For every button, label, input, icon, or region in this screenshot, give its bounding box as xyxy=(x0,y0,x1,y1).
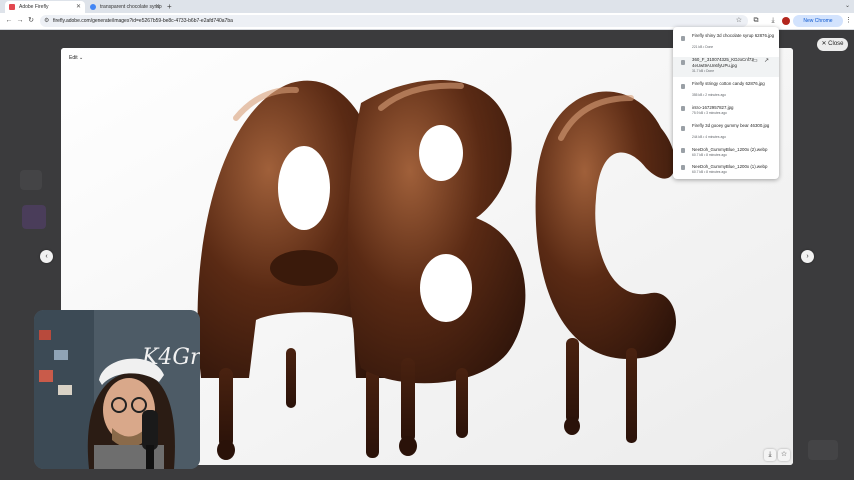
download-icon[interactable]: ⤓ xyxy=(768,15,778,27)
download-meta: 75.9 kB • 3 minutes ago xyxy=(692,111,727,115)
reload-icon[interactable]: ↻ xyxy=(26,15,36,27)
downloads-panel: Firefly shiny 3d chocolate syrup 62876.j… xyxy=(673,27,779,179)
webcam-feed: K4Gr xyxy=(34,310,200,469)
download-filename: Firefly stringy cotton candy 62876.jpg xyxy=(692,81,765,86)
chevron-down-icon: ⌄ xyxy=(79,55,84,61)
file-icon xyxy=(681,60,685,65)
tab-adobe-firefly[interactable]: Adobe Firefly ✕ xyxy=(5,1,85,13)
new-tab-icon[interactable]: + xyxy=(167,0,172,13)
download-meta: 60.7 kB • 8 minutes ago xyxy=(692,170,727,174)
forward-icon[interactable]: → xyxy=(15,15,25,27)
file-icon xyxy=(681,84,685,89)
download-meta: 60.7 kB • 8 minutes ago xyxy=(692,153,727,157)
background-tile xyxy=(808,440,838,460)
edit-button[interactable]: Edit ⌄ xyxy=(69,54,83,62)
download-item[interactable]: Firefly shiny 3d chocolate syrup 62876.j… xyxy=(673,33,779,53)
close-label: Close xyxy=(828,41,844,47)
background-tile xyxy=(22,205,46,229)
download-meta: 244 kB • 4 minutes ago xyxy=(692,135,726,139)
download-icon: ⤓ xyxy=(768,451,772,458)
more-menu-icon[interactable]: ⋮ xyxy=(845,15,852,27)
background-tile xyxy=(20,170,42,190)
download-item[interactable]: NeeDoh_GummyBlue_1200x (2).webp 60.7 kB … xyxy=(673,147,779,161)
file-icon xyxy=(681,106,685,111)
open-external-icon[interactable]: ↗ xyxy=(764,56,769,66)
folder-icon[interactable]: ▭ xyxy=(752,56,758,66)
chevron-left-icon: ‹ xyxy=(45,253,48,260)
tab-title: transparent chocolate syrup xyxy=(100,4,162,10)
next-image-button[interactable]: › xyxy=(801,250,814,263)
profile-avatar[interactable] xyxy=(782,17,790,25)
download-item[interactable]: Firefly 3d gooey gummy bear 46300.jpg 24… xyxy=(673,123,779,143)
close-button[interactable]: ✕ Close xyxy=(817,38,848,51)
file-icon xyxy=(681,126,685,131)
google-icon xyxy=(90,4,96,10)
star-icon: ☆ xyxy=(780,451,788,458)
close-tab-icon[interactable]: ✕ xyxy=(76,1,81,13)
edit-label: Edit xyxy=(69,55,78,61)
back-icon[interactable]: ← xyxy=(4,15,14,27)
chevron-right-icon: › xyxy=(806,253,809,260)
tab-chocolate-search[interactable]: transparent chocolate syrup ✕ xyxy=(86,1,164,13)
download-item[interactable]: Firefly stringy cotton candy 62876.jpg 3… xyxy=(673,81,779,101)
download-image-button[interactable]: ⤓ xyxy=(764,449,776,461)
favorite-button[interactable]: ☆ xyxy=(778,449,790,461)
site-info-icon[interactable]: ⚙ xyxy=(44,15,49,27)
tab-strip: Adobe Firefly ✕ transparent chocolate sy… xyxy=(0,0,854,13)
url-text: firefly.adobe.com/generate/images?id=e52… xyxy=(53,18,233,24)
close-tab-icon[interactable]: ✕ xyxy=(155,1,160,13)
file-icon xyxy=(681,36,685,41)
download-filename: Firefly shiny 3d chocolate syrup 62876.j… xyxy=(692,33,775,38)
download-filename: 360_F_310074325_KDJoCnf734eUwt9AUn6fyUPu… xyxy=(692,57,754,68)
webcam-overlay: K4Gr xyxy=(34,310,200,469)
download-meta: 355 kB • 2 minutes ago xyxy=(692,93,726,97)
download-meta: 31.7 kB • Done xyxy=(692,69,715,73)
previous-image-button[interactable]: ‹ xyxy=(40,250,53,263)
adobe-icon xyxy=(9,4,15,10)
address-bar[interactable]: ⚙ firefly.adobe.com/generate/images?id=e… xyxy=(40,15,748,27)
chevron-down-icon[interactable]: ⌄ xyxy=(845,0,850,13)
download-meta: 221 kB • Done xyxy=(692,45,714,49)
extensions-icon[interactable]: ⧉ xyxy=(751,15,761,27)
file-icon xyxy=(681,165,685,170)
bookmark-star-icon[interactable]: ☆ xyxy=(736,15,742,27)
download-item[interactable]: NeeDoh_GummyBlue_1200x (1).webp 60.7 kB … xyxy=(673,164,779,178)
file-icon xyxy=(681,148,685,153)
download-filename: Firefly 3d gooey gummy bear 46300.jpg xyxy=(692,123,770,128)
download-item-actions: ▭ ↗ xyxy=(752,56,792,66)
tab-title: Adobe Firefly xyxy=(19,4,49,10)
download-item[interactable]: intro-1672957827.jpg 75.9 kB • 3 minutes… xyxy=(673,105,779,119)
update-chrome-button[interactable]: New Chrome available xyxy=(793,15,843,36)
